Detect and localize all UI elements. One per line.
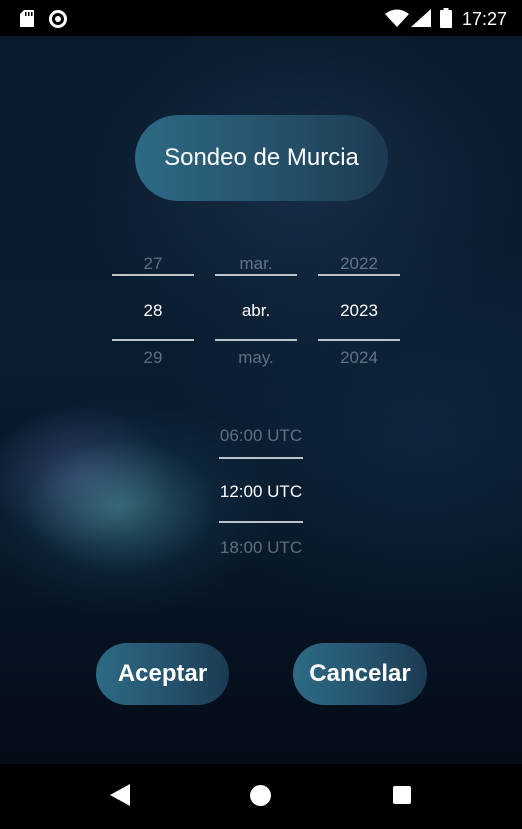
time-prev[interactable]: 06:00 UTC bbox=[219, 426, 303, 446]
home-icon[interactable] bbox=[250, 785, 271, 806]
page-title: Sondeo de Murcia bbox=[135, 115, 388, 201]
record-icon bbox=[49, 10, 67, 28]
back-icon[interactable] bbox=[110, 784, 130, 806]
day-selected[interactable]: 28 bbox=[112, 301, 194, 321]
day-next[interactable]: 29 bbox=[112, 348, 194, 368]
day-picker[interactable]: 27 28 29 bbox=[112, 246, 194, 376]
time-divider-top bbox=[219, 457, 303, 459]
status-bar: 17:27 bbox=[0, 0, 522, 36]
year-selected[interactable]: 2023 bbox=[318, 301, 400, 321]
day-divider-top bbox=[112, 274, 194, 276]
signal-icon bbox=[411, 9, 431, 27]
main-content: Sondeo de Murcia 27 28 29 mar. abr. may.… bbox=[0, 36, 522, 764]
cancel-button[interactable]: Cancelar bbox=[293, 643, 427, 705]
year-divider-bottom bbox=[318, 339, 400, 341]
battery-icon bbox=[440, 8, 452, 28]
navigation-bar bbox=[0, 764, 522, 829]
wifi-icon bbox=[385, 9, 409, 27]
day-divider-bottom bbox=[112, 339, 194, 341]
month-selected[interactable]: abr. bbox=[215, 301, 297, 321]
status-time: 17:27 bbox=[462, 9, 508, 29]
year-divider-top bbox=[318, 274, 400, 276]
day-prev[interactable]: 27 bbox=[112, 254, 194, 274]
accept-button[interactable]: Aceptar bbox=[96, 643, 229, 705]
month-picker[interactable]: mar. abr. may. bbox=[215, 246, 297, 376]
month-next[interactable]: may. bbox=[215, 348, 297, 368]
month-prev[interactable]: mar. bbox=[215, 254, 297, 274]
recents-icon[interactable] bbox=[393, 786, 411, 804]
time-next[interactable]: 18:00 UTC bbox=[219, 538, 303, 558]
year-picker[interactable]: 2022 2023 2024 bbox=[318, 246, 400, 376]
sd-card-icon bbox=[20, 10, 34, 27]
year-next[interactable]: 2024 bbox=[318, 348, 400, 368]
month-divider-top bbox=[215, 274, 297, 276]
time-picker[interactable]: 06:00 UTC 12:00 UTC 18:00 UTC bbox=[219, 416, 303, 566]
time-selected[interactable]: 12:00 UTC bbox=[219, 482, 303, 502]
month-divider-bottom bbox=[215, 339, 297, 341]
time-divider-bottom bbox=[219, 521, 303, 523]
year-prev[interactable]: 2022 bbox=[318, 254, 400, 274]
